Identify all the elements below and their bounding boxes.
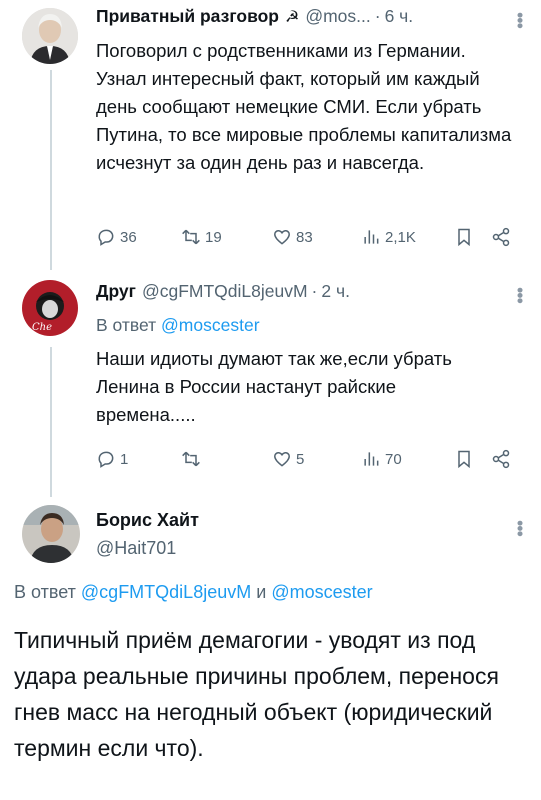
views-count: 2,1K (385, 228, 416, 246)
bookmark-button[interactable] (454, 449, 474, 469)
author-handle[interactable]: @Hait701 (96, 538, 176, 559)
avatar[interactable]: Che (22, 280, 78, 336)
reply-count: 36 (120, 228, 137, 246)
author-name[interactable]: Приватный разговор (96, 6, 279, 27)
tweet-1[interactable]: Приватный разговор ☭ @mos... · 6 ч. ••• … (0, 0, 541, 270)
retweet-button[interactable]: 19 (181, 227, 222, 247)
tweet-text: Наши идиоты думают так же,если убрать Ле… (96, 348, 452, 425)
retweet-icon (182, 229, 200, 245)
timestamp[interactable]: 2 ч. (321, 281, 350, 302)
avatar[interactable] (22, 505, 80, 563)
share-button[interactable] (491, 449, 511, 469)
reply-prefix: В ответ (14, 582, 76, 602)
reply-count: 1 (120, 450, 129, 468)
views-icon (364, 230, 379, 244)
reply-context: В ответ @cgFMTQdiL8jeuvM и @moscester (14, 582, 373, 603)
more-icon[interactable]: ••• (510, 520, 530, 536)
author-name[interactable]: Борис Хайт (96, 510, 199, 531)
like-count: 83 (296, 228, 313, 246)
action-bar: 1 5 70 (96, 449, 526, 471)
action-bar: 36 19 83 2,1K (96, 227, 526, 249)
thread-line (50, 347, 52, 497)
avatar[interactable] (22, 8, 78, 64)
timestamp[interactable]: 6 ч. (385, 6, 414, 27)
share-icon (492, 449, 510, 469)
svg-text:Che: Che (32, 322, 52, 333)
tweet-text: Типичный приём демагогии - уводят из под… (14, 627, 499, 761)
reply-button[interactable]: 36 (96, 227, 137, 247)
views-icon (364, 452, 379, 466)
reply-button[interactable]: 1 (96, 449, 128, 469)
share-button[interactable] (491, 227, 511, 247)
like-button[interactable]: 83 (272, 227, 313, 247)
mention-link[interactable]: @moscester (161, 315, 259, 335)
reply-prefix: В ответ (96, 315, 157, 335)
tweet-text: Поговорил с родственниками из Германии. … (96, 40, 512, 173)
retweet-count: 19 (205, 228, 222, 246)
views-button[interactable]: 2,1K (361, 227, 416, 247)
like-button[interactable]: 5 (272, 449, 304, 469)
tweet-header: Приватный разговор ☭ @mos... · 6 ч. (96, 6, 413, 30)
views-button[interactable]: 70 (361, 449, 402, 469)
more-icon[interactable]: ••• (510, 12, 530, 28)
thread-line (50, 70, 52, 270)
bookmark-icon (458, 228, 470, 247)
share-icon (492, 227, 510, 247)
separator-dot: · (374, 6, 381, 26)
reply-icon (98, 229, 114, 246)
like-icon (273, 230, 291, 245)
author-handle[interactable]: @mos... (305, 6, 370, 27)
reply-context: В ответ @moscester (96, 315, 260, 336)
views-count: 70 (385, 450, 402, 468)
retweet-icon (182, 451, 200, 467)
author-name[interactable]: Друг (96, 281, 136, 302)
mention-link[interactable]: @moscester (271, 582, 372, 602)
author-handle[interactable]: @cgFMTQdiL8jeuvM (142, 281, 308, 302)
bookmark-icon (458, 450, 470, 469)
tweet-2[interactable]: Che Друг @cgFMTQdiL8jeuvM · 2 ч. ••• В о… (0, 265, 541, 497)
more-icon[interactable]: ••• (510, 287, 530, 303)
hammer-sickle-icon: ☭ (284, 9, 300, 26)
tweet-header: Друг @cgFMTQdiL8jeuvM · 2 ч. (96, 281, 350, 305)
mention-link[interactable]: @cgFMTQdiL8jeuvM (81, 582, 251, 602)
separator-dot: · (311, 281, 318, 301)
retweet-button[interactable] (181, 449, 205, 469)
like-count: 5 (296, 450, 305, 468)
bookmark-button[interactable] (454, 227, 474, 247)
like-icon (273, 452, 291, 467)
reply-icon (98, 451, 114, 468)
reply-and: и (256, 582, 267, 602)
